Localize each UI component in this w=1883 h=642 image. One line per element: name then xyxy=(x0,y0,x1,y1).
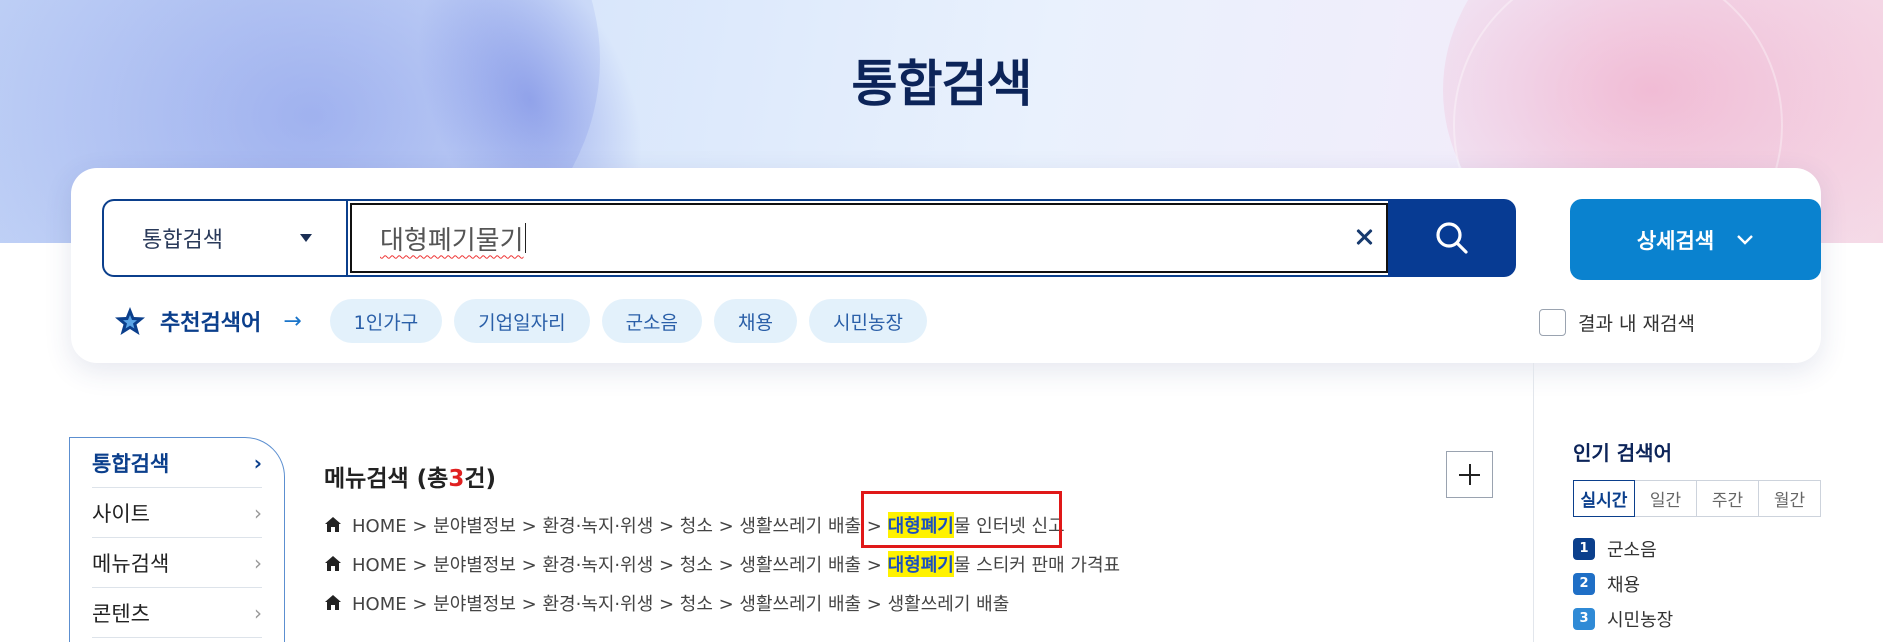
sidebar-item-label: 메뉴검색 xyxy=(92,551,170,576)
rank-item[interactable]: 3 시민농장 xyxy=(1573,601,1821,636)
caret-down-icon xyxy=(300,234,312,242)
search-input[interactable]: 대형폐기물기 xyxy=(346,199,1392,277)
rank-badge: 1 xyxy=(1573,537,1595,560)
rank-item[interactable]: 2 채용 xyxy=(1573,566,1821,601)
keyword-chip[interactable]: 채용 xyxy=(714,299,797,343)
clear-icon[interactable] xyxy=(1352,225,1376,249)
search-query-text: 대형폐기물기 xyxy=(380,225,524,256)
rank-item[interactable]: 1 군소음 xyxy=(1573,531,1821,566)
search-scope-value: 통합검색 xyxy=(142,228,223,253)
sidebar-item-menu[interactable]: 메뉴검색 › xyxy=(92,538,262,588)
expand-more-button[interactable] xyxy=(1446,451,1493,498)
popular-rank-list: 1 군소음 2 채용 3 시민농장 xyxy=(1573,531,1821,636)
search-input-focus-ring[interactable]: 대형폐기물기 xyxy=(350,203,1388,273)
result-rest: 생활쓰레기 배출 xyxy=(887,593,1010,615)
recheck-label: 결과 내 재검색 xyxy=(1578,313,1695,335)
sidebar-item-label: 통합검색 xyxy=(92,451,170,476)
keyword-chip[interactable]: 1인가구 xyxy=(329,299,443,343)
category-sidebar: 통합검색 › 사이트 › 메뉴검색 › 콘텐츠 › xyxy=(69,437,285,642)
home-icon xyxy=(325,595,341,610)
search-scope-select[interactable]: 통합검색 xyxy=(102,199,346,277)
popular-title: 인기 검색어 xyxy=(1573,441,1672,465)
page-title: 통합검색 xyxy=(851,55,1033,113)
recommended-label: 추천검색어 xyxy=(160,311,262,336)
star-icon xyxy=(115,307,145,335)
keyword-chip[interactable]: 시민농장 xyxy=(809,299,927,343)
recommended-keywords: 추천검색어 → 1인가구 기업일자리 군소음 채용 시민농장 xyxy=(114,299,939,343)
chevron-down-icon xyxy=(1737,234,1753,245)
arrow-right-icon: → xyxy=(283,308,302,334)
section-title-prefix: 메뉴검색 (총 xyxy=(324,466,449,492)
tab-daily[interactable]: 일간 xyxy=(1635,480,1697,517)
advanced-search-label: 상세검색 xyxy=(1636,228,1715,253)
chevron-right-icon: › xyxy=(254,550,262,575)
home-icon xyxy=(325,556,341,571)
keyword-chip[interactable]: 기업일자리 xyxy=(454,299,590,343)
tab-realtime[interactable]: 실시간 xyxy=(1573,480,1635,517)
search-icon xyxy=(1436,222,1468,254)
chevron-right-icon: › xyxy=(253,450,262,475)
rank-term: 시민농장 xyxy=(1607,609,1674,631)
result-count: 3 xyxy=(448,466,465,492)
text-caret xyxy=(524,223,526,253)
keyword-highlight: 대형폐기 xyxy=(887,550,954,577)
advanced-search-button[interactable]: 상세검색 xyxy=(1570,199,1821,280)
sidebar-item-site[interactable]: 사이트 › xyxy=(92,488,262,538)
sidebar-item-label: 사이트 xyxy=(92,501,150,526)
search-card: 통합검색 대형폐기물기 상세검색 추천검색어 → 1인가구 기업일자리 군소음 … xyxy=(71,168,1821,363)
rank-badge: 2 xyxy=(1573,572,1595,595)
chevron-right-icon: › xyxy=(254,500,262,525)
popular-keywords-panel: 인기 검색어 실시간 일간 주간 월간 1 군소음 2 채용 3 시민농장 xyxy=(1573,437,1821,636)
keyword-chip[interactable]: 군소음 xyxy=(601,299,703,343)
home-icon xyxy=(325,517,341,532)
sidebar-item-integrated[interactable]: 통합검색 › xyxy=(92,438,262,488)
result-path: HOME > 분야별정보 > 환경·녹지·위생 > 청소 > 생활쓰레기 배출 … xyxy=(352,593,882,615)
result-rest: 물 스티커 판매 가격표 xyxy=(953,554,1121,576)
tab-weekly[interactable]: 주간 xyxy=(1697,480,1759,517)
result-path: HOME > 분야별정보 > 환경·녹지·위생 > 청소 > 생활쓰레기 배출 … xyxy=(352,554,882,576)
rank-term: 채용 xyxy=(1607,574,1641,596)
search-button[interactable] xyxy=(1388,199,1516,277)
result-path: HOME > 분야별정보 > 환경·녹지·위생 > 청소 > 생활쓰레기 배출 … xyxy=(352,515,882,537)
recheck-checkbox[interactable] xyxy=(1539,309,1566,336)
chevron-right-icon: › xyxy=(254,600,262,625)
result-row[interactable]: HOME > 분야별정보 > 환경·녹지·위생 > 청소 > 생활쓰레기 배출 … xyxy=(324,544,1120,583)
annotation-highlight-box xyxy=(861,491,1062,548)
column-divider xyxy=(1533,363,1534,642)
rank-badge: 3 xyxy=(1573,607,1595,630)
tab-monthly[interactable]: 월간 xyxy=(1759,480,1821,517)
sidebar-item-label: 콘텐츠 xyxy=(92,601,150,626)
period-tabs: 실시간 일간 주간 월간 xyxy=(1573,480,1821,517)
sidebar-item-contents[interactable]: 콘텐츠 › xyxy=(92,588,262,638)
result-row[interactable]: HOME > 분야별정보 > 환경·녹지·위생 > 청소 > 생활쓰레기 배출 … xyxy=(324,583,1120,622)
section-title-suffix: 건) xyxy=(464,466,497,492)
section-title: 메뉴검색 (총3건) xyxy=(324,459,1120,493)
recheck-in-results[interactable]: 결과 내 재검색 xyxy=(1539,309,1695,336)
rank-term: 군소음 xyxy=(1607,539,1657,561)
